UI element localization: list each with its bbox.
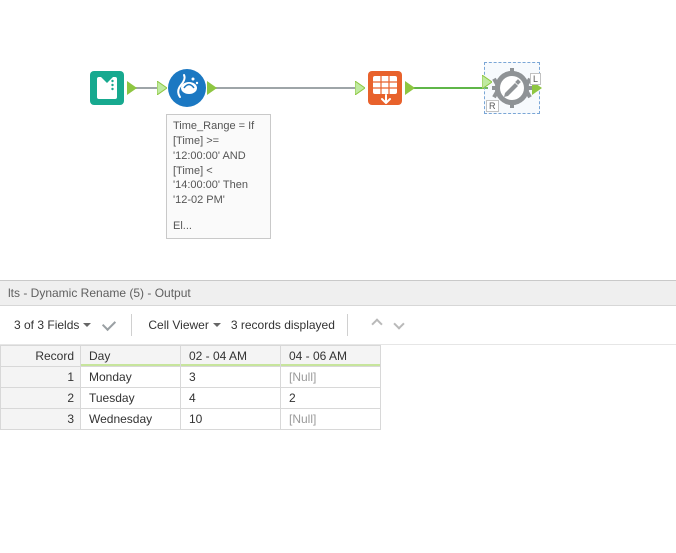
check-icon[interactable]	[101, 318, 119, 332]
cell-record: 3	[1, 409, 81, 430]
col-record[interactable]: Record	[1, 346, 81, 367]
annotation-line: '14:00:00' Then	[173, 178, 264, 193]
col-02-04-am[interactable]: 02 - 04 AM	[181, 346, 281, 367]
wire-crosstab-dynamicrename	[408, 87, 488, 89]
results-panel: lts - Dynamic Rename (5) - Output 3 of 3…	[0, 280, 676, 430]
arrow-up-icon[interactable]	[370, 318, 384, 332]
cell-viewer-label: Cell Viewer	[148, 318, 208, 332]
annotation-line	[173, 208, 264, 219]
cell-record: 2	[1, 388, 81, 409]
results-toolbar: 3 of 3 Fields Cell Viewer 3 records disp…	[0, 306, 676, 345]
input-anchor[interactable]	[157, 81, 167, 95]
annotation-line: [Time] >=	[173, 134, 264, 149]
output-anchor[interactable]	[127, 81, 137, 95]
cell-day: Monday	[81, 367, 181, 388]
records-displayed-text: 3 records displayed	[231, 318, 335, 332]
fields-dropdown[interactable]: 3 of 3 Fields	[10, 316, 95, 334]
workflow-canvas[interactable]: Time_Range = If [Time] >= '12:00:00' AND…	[0, 0, 676, 280]
input-anchor[interactable]	[355, 81, 365, 95]
input-data-tool[interactable]	[86, 67, 128, 109]
cell-value: 4	[181, 388, 281, 409]
output-anchor[interactable]	[207, 81, 217, 95]
col-day[interactable]: Day	[81, 346, 181, 367]
tool-annotation: Time_Range = If [Time] >= '12:00:00' AND…	[166, 114, 271, 239]
input-anchor-l[interactable]	[482, 75, 492, 89]
anchor-label-r: R	[486, 100, 499, 112]
cell-value-null: [Null]	[281, 409, 381, 430]
cell-value: 10	[181, 409, 281, 430]
table-row[interactable]: 2 Tuesday 4 2	[1, 388, 381, 409]
header-row: Record Day 02 - 04 AM 04 - 06 AM	[1, 346, 381, 367]
cell-day: Tuesday	[81, 388, 181, 409]
table-row[interactable]: 1 Monday 3 [Null]	[1, 367, 381, 388]
wire-formula-crosstab	[210, 87, 362, 89]
toolbar-separator	[347, 314, 348, 336]
annotation-line: El...	[173, 219, 264, 234]
anchor-label-l: L	[530, 73, 541, 85]
crosstab-tool[interactable]	[364, 67, 406, 109]
cell-record: 1	[1, 367, 81, 388]
results-grid[interactable]: Record Day 02 - 04 AM 04 - 06 AM 1 Monda…	[0, 345, 381, 430]
table-row[interactable]: 3 Wednesday 10 [Null]	[1, 409, 381, 430]
cell-value-null: [Null]	[281, 367, 381, 388]
toolbar-separator	[131, 314, 132, 336]
panel-title: lts - Dynamic Rename (5) - Output	[0, 281, 676, 306]
cell-value: 3	[181, 367, 281, 388]
annotation-line: Time_Range = If	[173, 119, 264, 134]
cell-viewer-dropdown[interactable]: Cell Viewer	[144, 316, 224, 334]
col-04-06-am[interactable]: 04 - 06 AM	[281, 346, 381, 367]
fields-summary-text: 3 of 3 Fields	[14, 318, 79, 332]
annotation-line: [Time] <	[173, 164, 264, 179]
cell-value: 2	[281, 388, 381, 409]
arrow-down-icon[interactable]	[392, 318, 406, 332]
annotation-line: '12:00:00' AND	[173, 149, 264, 164]
cell-day: Wednesday	[81, 409, 181, 430]
output-anchor[interactable]	[405, 81, 415, 95]
annotation-line: '12-02 PM'	[173, 193, 264, 208]
formula-tool[interactable]	[166, 67, 208, 109]
